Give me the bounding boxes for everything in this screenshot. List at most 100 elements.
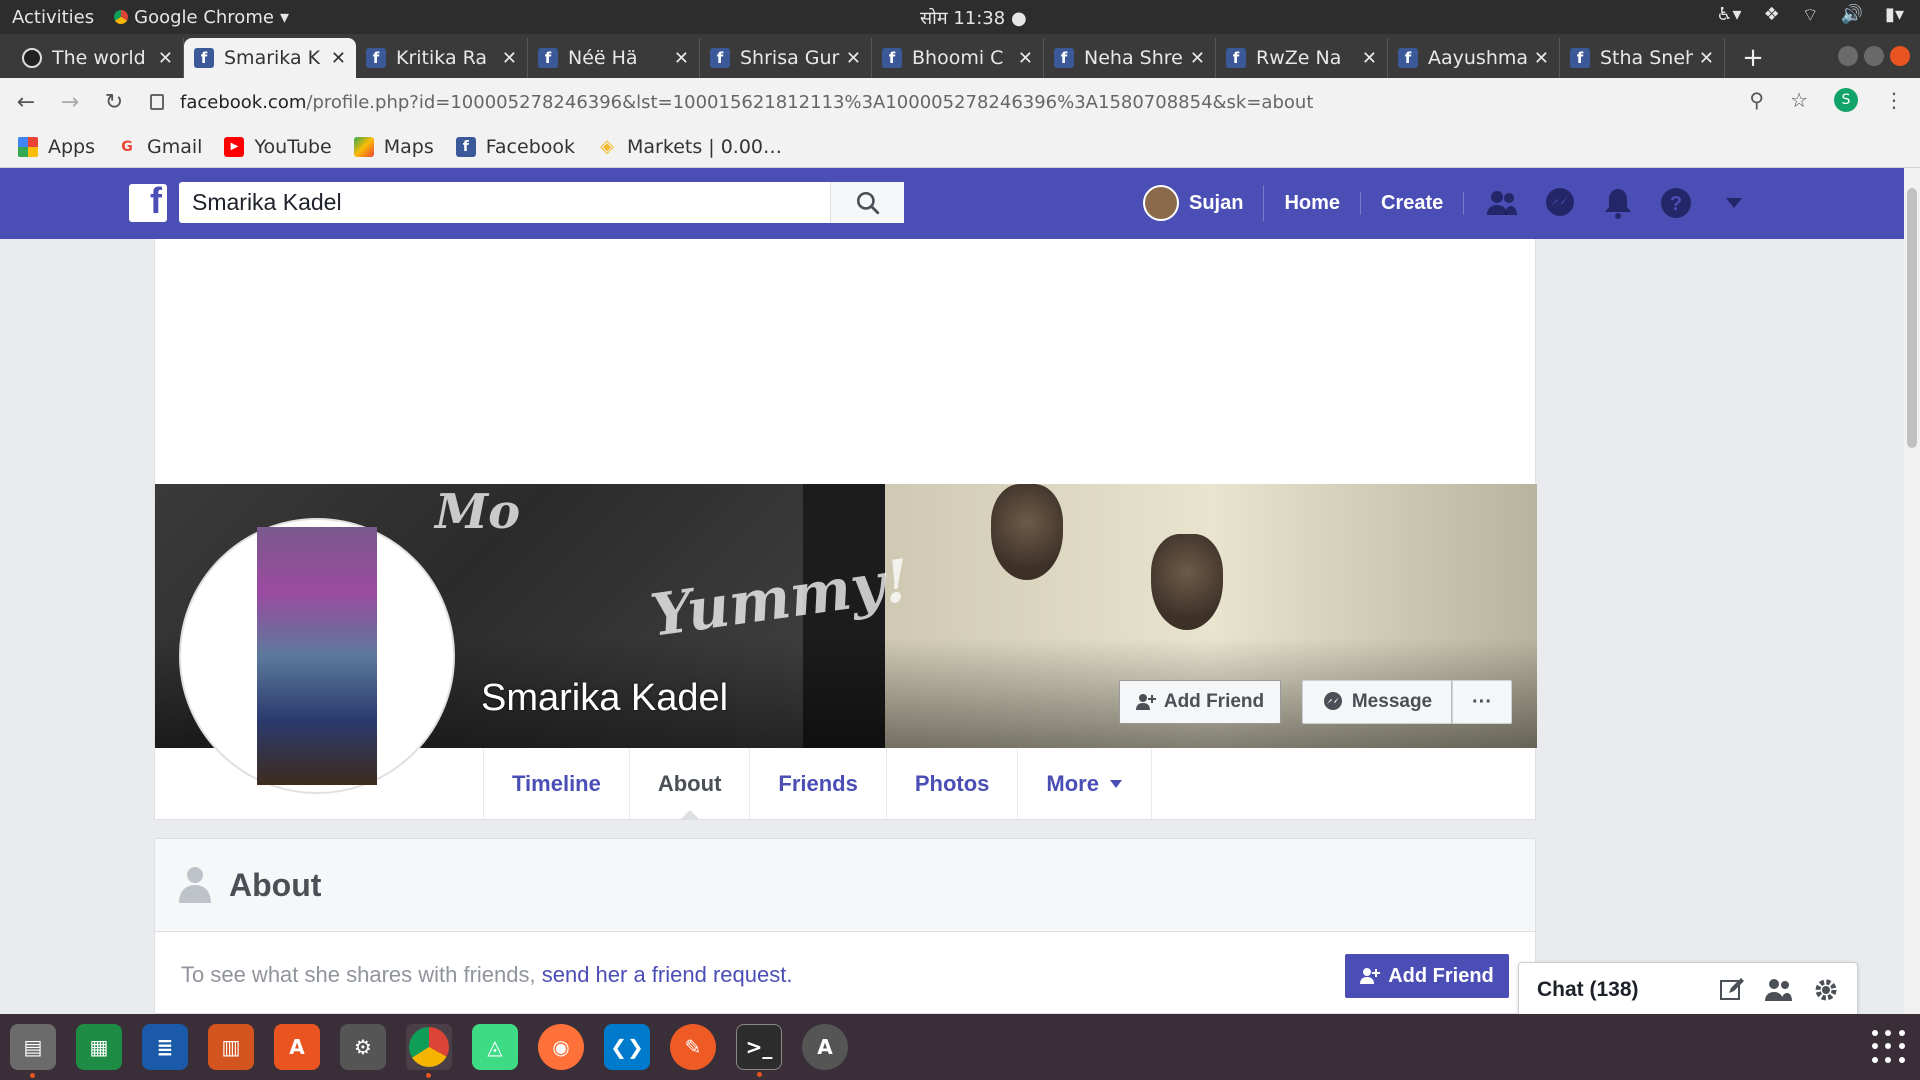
browser-tab[interactable]: f Bhoomi C ✕ [872,38,1044,78]
close-icon[interactable]: ✕ [158,48,173,69]
add-friend-button[interactable]: Add Friend [1119,680,1281,724]
url-field[interactable]: facebook.com/profile.php?id=100005278246… [150,86,1770,118]
app-menu[interactable]: Google Chrome ▾ [114,7,289,28]
scrollbar-thumb[interactable] [1907,188,1917,448]
tab-timeline[interactable]: Timeline [483,748,629,819]
close-icon[interactable]: ✕ [331,48,346,69]
close-icon[interactable]: ✕ [846,48,861,69]
clock[interactable]: सोम 11:38 ● [920,6,1027,30]
battery-icon[interactable]: ▮▾ [1885,4,1904,27]
software-center-icon[interactable]: A [274,1024,320,1070]
close-icon[interactable]: ✕ [674,48,689,69]
window-close-button[interactable] [1890,46,1910,66]
postman-icon[interactable]: ✎ [670,1024,716,1070]
close-icon[interactable]: ✕ [1190,48,1205,69]
add-friend-button-about[interactable]: Add Friend [1345,954,1509,998]
facebook-icon: f [194,48,214,68]
volume-icon[interactable]: 🔊 [1841,4,1863,27]
tab-about[interactable]: About [628,748,750,820]
accessibility-icon[interactable]: ♿▾ [1716,4,1741,27]
activities-button[interactable]: Activities [12,7,94,28]
tab-title: Néë Hä [568,47,638,69]
running-indicator [30,1073,35,1078]
spreadsheet-icon[interactable]: ▦ [76,1024,122,1070]
settings-icon[interactable]: ⚙ [340,1024,386,1070]
friend-requests-icon[interactable] [1484,185,1520,221]
browser-tab[interactable]: f Neha Shre ✕ [1044,38,1216,78]
notification-dot-icon: ● [1010,8,1027,29]
url-path: /profile.php?id=100005278246396&lst=1000… [306,91,1314,113]
bookmark-star-icon[interactable]: ☆ [1790,88,1808,112]
tab-friends[interactable]: Friends [749,748,885,819]
browser-tab[interactable]: The world ✕ [12,38,184,78]
bookmark-facebook[interactable]: f Facebook [455,136,575,158]
profile-picture[interactable] [179,518,455,794]
show-applications-icon[interactable] [1872,1030,1906,1064]
browser-tab[interactable]: f Shrisa Gur ✕ [700,38,872,78]
chrome-icon[interactable] [406,1024,452,1078]
more-options-button[interactable]: ··· [1452,680,1512,724]
gear-icon[interactable] [1813,977,1839,1003]
close-icon[interactable]: ✕ [1699,48,1714,69]
profile-avatar[interactable]: S [1834,88,1858,112]
close-icon[interactable]: ✕ [502,48,517,69]
about-header: About [155,839,1535,932]
dropbox-icon[interactable]: ❖ [1764,4,1780,27]
chat-bar[interactable]: Chat (138) [1518,962,1858,1018]
bookmark-youtube[interactable]: ▶ YouTube [224,136,332,158]
profile-link[interactable]: Sujan [1143,185,1265,221]
account-menu-caret-icon[interactable] [1716,185,1752,221]
firefox-icon[interactable]: ◉ [538,1024,584,1070]
tab-title: Aayushma [1428,47,1528,69]
minimize-button[interactable] [1838,46,1858,66]
wifi-icon[interactable]: ⌔ [1802,4,1819,27]
create-group-icon[interactable] [1765,977,1793,1003]
browser-tab[interactable]: f RwZe Na ✕ [1216,38,1388,78]
notifications-bell-icon[interactable] [1600,185,1636,221]
new-tab-button[interactable]: + [1733,38,1773,78]
writer-icon[interactable]: ≣ [142,1024,188,1070]
reload-icon[interactable]: ↻ [96,90,132,115]
files-icon[interactable]: ▤ [10,1024,56,1078]
messenger-icon[interactable] [1542,185,1578,221]
vscode-icon[interactable]: ❮❯ [604,1024,650,1070]
cover-mask [991,484,1063,580]
system-tray[interactable]: ♿▾ ❖ ⌔ 🔊 ▮▾ [1716,4,1904,27]
tab-photos[interactable]: Photos [885,748,1018,819]
bookmark-apps[interactable]: Apps [18,136,95,158]
close-icon[interactable]: ✕ [1018,48,1033,69]
close-icon[interactable]: ✕ [1362,48,1377,69]
profile-name[interactable]: Smarika Kadel [481,677,728,720]
message-button[interactable]: Message [1302,680,1452,724]
create-link[interactable]: Create [1361,191,1465,215]
home-link[interactable]: Home [1264,191,1362,215]
lock-icon[interactable] [150,94,164,110]
browser-tab[interactable]: f Kritika Ra ✕ [356,38,528,78]
bookmark-maps[interactable]: Maps [353,136,434,158]
maximize-button[interactable] [1864,46,1884,66]
kebab-menu-icon[interactable]: ⋮ [1884,88,1904,112]
tab-more[interactable]: More [1017,748,1152,819]
android-studio-icon[interactable]: ◬ [472,1024,518,1070]
bookmark-markets[interactable]: ◈ Markets | 0.00… [597,136,782,158]
zoom-icon[interactable]: ⚲ [1749,88,1764,112]
close-icon[interactable]: ✕ [1534,48,1549,69]
back-arrow-icon[interactable]: ← [8,90,44,115]
browser-tab-active[interactable]: f Smarika K ✕ [184,38,356,78]
terminal-icon[interactable]: >_ [736,1024,782,1077]
send-friend-request-link[interactable]: send her a friend request. [542,962,793,987]
browser-tab[interactable]: f Aayushma ✕ [1388,38,1560,78]
page-scrollbar[interactable] [1904,168,1920,1014]
bookmark-gmail[interactable]: G Gmail [117,136,202,158]
omnibar: ← → ↻ facebook.com/profile.php?id=100005… [0,78,1920,126]
forward-arrow-icon[interactable]: → [52,90,88,115]
browser-tab[interactable]: f Stha Sneh ✕ [1560,38,1725,78]
impress-icon[interactable]: ▥ [208,1024,254,1070]
update-manager-icon[interactable]: A [802,1024,848,1070]
search-button[interactable] [830,182,904,223]
help-icon[interactable]: ? [1658,185,1694,221]
search-input[interactable] [179,189,829,216]
browser-tab[interactable]: f Néë Hä ✕ [528,38,700,78]
compose-icon[interactable] [1719,977,1745,1003]
facebook-logo[interactable]: f [129,184,167,222]
